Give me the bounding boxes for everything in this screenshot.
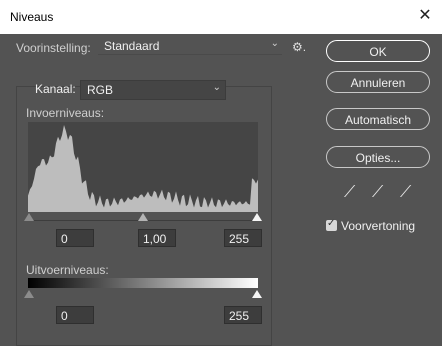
output-white-field[interactable]: 255 — [224, 306, 262, 324]
gray-eyedropper-icon[interactable]: ⟋ — [372, 184, 383, 202]
input-white-slider[interactable] — [252, 213, 262, 221]
chevron-down-icon: ⌄ — [212, 82, 221, 93]
cancel-button[interactable]: Annuleren — [326, 71, 430, 93]
input-black-field[interactable]: 0 — [56, 229, 94, 247]
preset-select[interactable]: Standaard ⌄ — [98, 38, 282, 55]
input-gamma-slider[interactable] — [138, 213, 148, 221]
gear-icon[interactable]: ⚙. — [292, 40, 306, 54]
close-icon[interactable]: ✕ — [416, 7, 434, 25]
input-black-slider[interactable] — [24, 213, 34, 221]
input-white-field[interactable]: 255 — [224, 229, 262, 247]
input-levels-label: Invoerniveaus: — [26, 106, 105, 120]
chevron-down-icon: ⌄ — [270, 38, 279, 49]
channel-label: Kanaal: — [35, 82, 76, 96]
preview-checkbox[interactable]: ✓ — [326, 218, 337, 231]
ok-button[interactable]: OK — [326, 40, 430, 62]
preset-value: Standaard — [104, 39, 160, 53]
preset-label: Voorinstelling: — [16, 41, 91, 55]
output-levels-label: Uitvoerniveaus: — [26, 263, 109, 277]
histogram — [28, 122, 258, 212]
white-eyedropper-icon[interactable]: ⟋ — [400, 184, 411, 202]
input-gamma-field[interactable]: 1,00 — [138, 229, 176, 247]
dialog-title: Niveaus — [10, 10, 54, 24]
options-button[interactable]: Opties... — [326, 146, 430, 168]
levels-dialog: Niveaus ✕ Voorinstelling: Standaard ⌄ ⚙.… — [0, 0, 442, 346]
channel-value: RGB — [87, 83, 114, 97]
title-bar: Niveaus ✕ — [0, 0, 442, 34]
output-gradient — [28, 278, 258, 288]
output-black-slider[interactable] — [24, 290, 34, 298]
preview-label: Voorvertoning — [341, 219, 416, 233]
black-eyedropper-icon[interactable]: ⟋ — [344, 184, 355, 202]
histogram-shape — [28, 125, 258, 212]
channel-select[interactable]: RGB ⌄ — [80, 80, 226, 100]
output-white-slider[interactable] — [252, 290, 262, 298]
histogram-graph — [28, 125, 258, 212]
auto-button[interactable]: Automatisch — [326, 108, 430, 130]
checkmark-icon: ✓ — [327, 218, 336, 229]
output-black-field[interactable]: 0 — [56, 306, 94, 324]
